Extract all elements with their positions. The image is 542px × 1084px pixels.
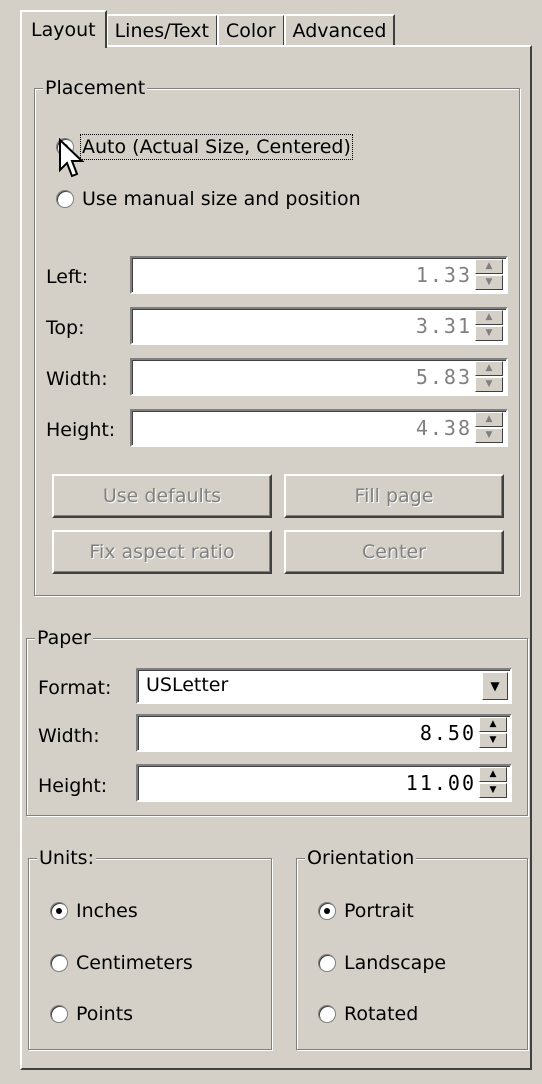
left-spin-down-icon[interactable]: ▼ — [475, 275, 503, 290]
radio-rotated[interactable]: Rotated — [318, 1003, 418, 1025]
radio-centimeters-indicator[interactable] — [50, 954, 68, 972]
fill-page-button[interactable]: Fill page — [284, 474, 504, 518]
paper-width-label: Width: — [38, 725, 100, 747]
radio-centimeters[interactable]: Centimeters — [50, 952, 193, 974]
use-defaults-button[interactable]: Use defaults — [52, 474, 272, 518]
tab-layout[interactable]: Layout — [20, 10, 107, 48]
mouse-pointer-icon — [59, 138, 85, 178]
radio-landscape[interactable]: Landscape — [318, 952, 446, 974]
fix-aspect-ratio-button[interactable]: Fix aspect ratio — [52, 530, 272, 574]
radio-manual-label: Use manual size and position — [82, 188, 361, 210]
width-spin-up-icon[interactable]: ▲ — [475, 361, 503, 376]
paper-height-spin-up-icon[interactable]: ▲ — [479, 767, 507, 782]
radio-manual-indicator[interactable] — [56, 190, 74, 208]
orientation-group-title: Orientation — [305, 846, 417, 870]
radio-points-label: Points — [76, 1003, 134, 1025]
radio-portrait-label: Portrait — [344, 900, 414, 922]
units-group-title: Units: — [37, 846, 96, 870]
radio-auto[interactable]: Auto (Actual Size, Centered) — [56, 134, 353, 160]
radio-manual[interactable]: Use manual size and position — [56, 188, 361, 210]
radio-inches[interactable]: Inches — [50, 900, 138, 922]
left-value: 1.33 — [415, 263, 472, 287]
paper-height-value: 11.00 — [405, 771, 476, 795]
chevron-down-icon[interactable]: ▼ — [482, 672, 508, 700]
left-spin-up-icon[interactable]: ▲ — [475, 259, 503, 274]
top-spinbox[interactable]: 3.31 ▲ ▼ — [130, 307, 508, 345]
radio-inches-label: Inches — [76, 900, 138, 922]
paper-height-spinbox[interactable]: 11.00 ▲ ▼ — [136, 764, 512, 802]
paper-height-spin-down-icon[interactable]: ▼ — [479, 783, 507, 798]
height-value: 4.38 — [415, 416, 472, 440]
radio-rotated-indicator[interactable] — [318, 1005, 336, 1023]
radio-portrait[interactable]: Portrait — [318, 900, 414, 922]
paper-width-spinbox[interactable]: 8.50 ▲ ▼ — [136, 714, 512, 752]
radio-landscape-label: Landscape — [344, 952, 447, 974]
center-button[interactable]: Center — [284, 530, 504, 574]
paper-group-title: Paper — [35, 626, 93, 650]
top-spin-up-icon[interactable]: ▲ — [475, 310, 503, 325]
height-label: Height: — [46, 419, 116, 441]
top-label: Top: — [46, 317, 85, 339]
radio-portrait-indicator[interactable] — [318, 902, 336, 920]
paper-width-spin-up-icon[interactable]: ▲ — [479, 717, 507, 732]
format-select[interactable]: USLetter ▼ — [136, 668, 512, 704]
paper-height-label: Height: — [38, 775, 108, 797]
width-label: Width: — [46, 368, 108, 390]
top-value: 3.31 — [415, 314, 472, 338]
tab-lines-text[interactable]: Lines/Text — [105, 14, 218, 46]
paper-width-spin-down-icon[interactable]: ▼ — [479, 733, 507, 748]
left-label: Left: — [46, 266, 89, 288]
left-spinbox[interactable]: 1.33 ▲ ▼ — [130, 256, 508, 294]
height-spin-down-icon[interactable]: ▼ — [475, 428, 503, 443]
paper-width-value: 8.50 — [419, 721, 476, 745]
tab-color[interactable]: Color — [216, 14, 285, 46]
tab-advanced[interactable]: Advanced — [283, 14, 396, 46]
radio-points[interactable]: Points — [50, 1003, 133, 1025]
radio-points-indicator[interactable] — [50, 1005, 68, 1023]
format-label: Format: — [38, 677, 112, 699]
width-spin-down-icon[interactable]: ▼ — [475, 377, 503, 392]
placement-group-title: Placement — [43, 76, 148, 100]
radio-inches-indicator[interactable] — [50, 902, 68, 920]
height-spin-up-icon[interactable]: ▲ — [475, 412, 503, 427]
width-value: 5.83 — [415, 365, 472, 389]
height-spinbox[interactable]: 4.38 ▲ ▼ — [130, 409, 508, 447]
format-value: USLetter — [146, 674, 229, 696]
radio-centimeters-label: Centimeters — [76, 952, 193, 974]
top-spin-down-icon[interactable]: ▼ — [475, 326, 503, 341]
tab-bar: Layout Lines/Text Color Advanced — [20, 10, 396, 48]
width-spinbox[interactable]: 5.83 ▲ ▼ — [130, 358, 508, 396]
radio-landscape-indicator[interactable] — [318, 954, 336, 972]
radio-auto-label: Auto (Actual Size, Centered) — [80, 134, 353, 160]
radio-rotated-label: Rotated — [344, 1003, 419, 1025]
